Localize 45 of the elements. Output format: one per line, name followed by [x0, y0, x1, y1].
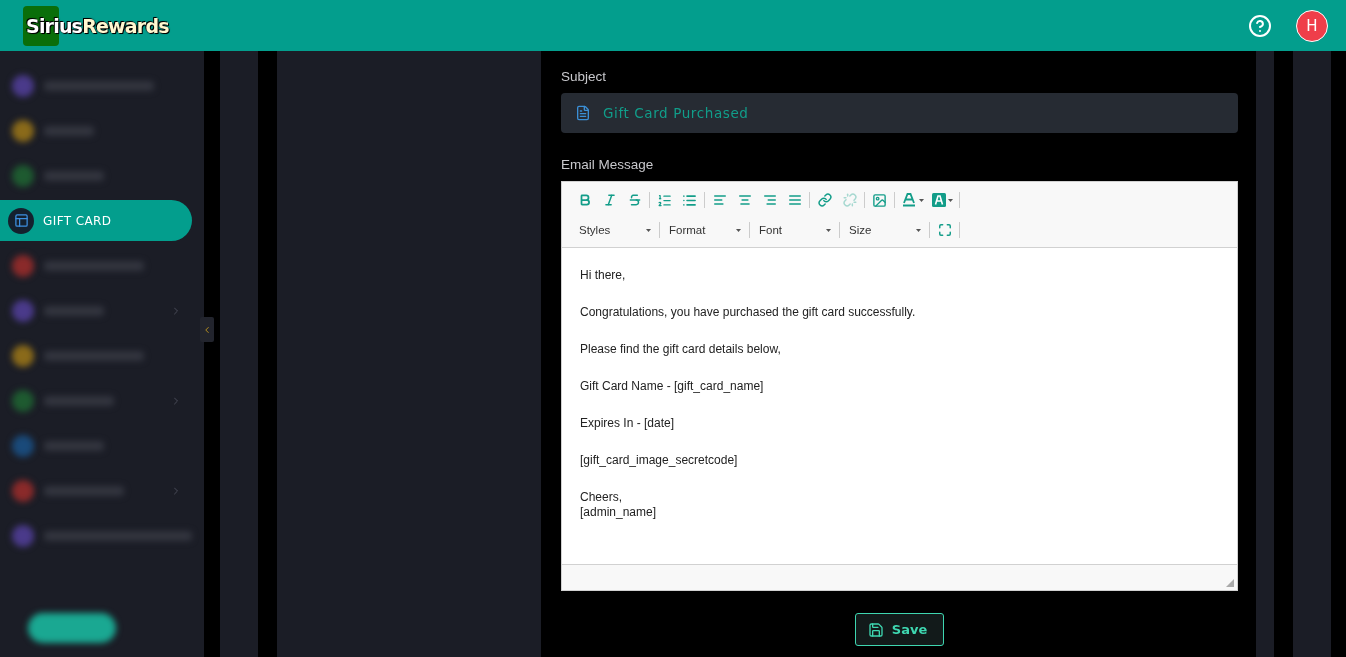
image-icon — [872, 192, 887, 208]
link-icon — [817, 193, 832, 207]
align-right-icon — [762, 193, 777, 207]
collapse-handle[interactable] — [200, 317, 214, 342]
resize-grip-icon[interactable] — [1226, 579, 1234, 587]
subject-field[interactable]: Gift Card Purchased — [561, 93, 1238, 133]
unlink-icon — [842, 193, 857, 207]
numbered-list-icon — [657, 192, 672, 208]
email-message-label: Email Message — [561, 157, 655, 172]
document-icon — [575, 105, 591, 121]
save-icon — [867, 621, 884, 638]
layout-icon — [8, 207, 34, 234]
help-icon — [1248, 13, 1272, 38]
caret-icon — [646, 228, 651, 232]
toolbar-dropdown[interactable]: Format — [662, 219, 747, 241]
user-avatar[interactable]: H — [1296, 9, 1328, 42]
background-color-icon — [931, 193, 946, 207]
caret-icon — [826, 228, 831, 232]
logo: SiriusRewards — [23, 5, 169, 46]
text-color-icon — [900, 193, 917, 207]
align-justify-icon — [787, 193, 802, 207]
toolbar-dropdown[interactable]: Size — [842, 219, 927, 241]
message-paragraph: Please find the gift card details below, — [580, 342, 782, 357]
bullet-list-icon — [682, 192, 697, 208]
toolbar-dropdown[interactable]: Font — [752, 219, 837, 241]
message-paragraph: [gift_card_image_secretcode] — [580, 453, 739, 468]
message-paragraph: Expires In - [date] — [580, 416, 676, 431]
message-paragraph: Congratulations, you have purchased the gift card successfully. — [580, 305, 917, 320]
caret-icon — [736, 228, 741, 232]
save-button[interactable]: Save — [854, 613, 945, 646]
message-paragraph: Cheers, [admin_name] — [580, 490, 658, 520]
maximize-icon — [937, 223, 952, 237]
subject-label: Subject — [561, 69, 608, 84]
chevron-icon — [202, 324, 212, 335]
caret-icon — [947, 198, 953, 202]
caret-icon — [916, 228, 921, 232]
toolbar-dropdown[interactable]: Styles — [572, 219, 657, 241]
message-paragraph: Hi there, — [580, 268, 627, 283]
strikethrough-icon — [627, 193, 642, 207]
align-center-icon — [737, 193, 752, 207]
italic-icon — [602, 193, 617, 207]
align-left-icon — [712, 193, 727, 207]
help-button[interactable] — [1248, 13, 1272, 38]
message-paragraph: Gift Card Name - [gift_card_name] — [580, 379, 765, 394]
caret-icon — [918, 198, 924, 202]
